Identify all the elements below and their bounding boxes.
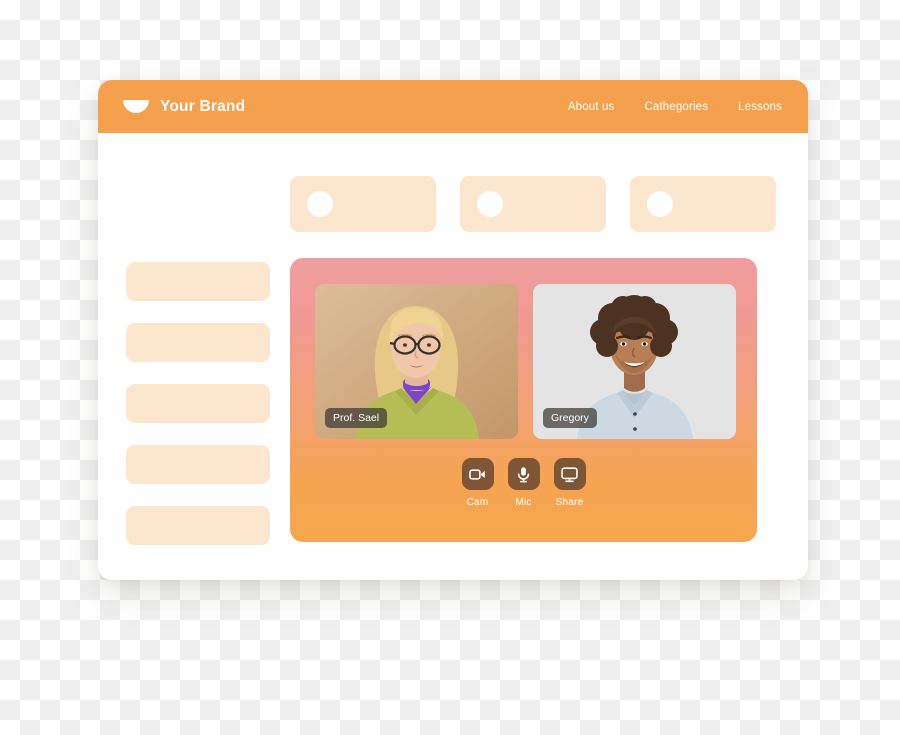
video-camera-icon — [469, 468, 485, 480]
cam-label: Cam — [466, 497, 489, 508]
nav-cathegories[interactable]: Cathegories — [644, 101, 708, 113]
sidebar-placeholder-4[interactable] — [126, 445, 270, 484]
placeholder-avatar-circle — [477, 191, 503, 217]
semicircle-logo-icon — [123, 100, 149, 113]
share-control[interactable]: Share — [553, 458, 586, 508]
nav-lessons[interactable]: Lessons — [738, 101, 782, 113]
cam-control[interactable]: Cam — [461, 458, 494, 508]
nav-about-us[interactable]: About us — [568, 101, 615, 113]
brand-logo-group[interactable]: Your Brand — [123, 98, 245, 116]
mic-control[interactable]: Mic — [507, 458, 540, 508]
browser-window-card: Your Brand About us Cathegories Lessons — [98, 80, 808, 580]
video-tile-prof-sael[interactable]: Prof. Sael — [315, 284, 518, 439]
top-placeholder-cards — [290, 176, 776, 232]
sidebar — [126, 262, 270, 545]
site-header: Your Brand About us Cathegories Lessons — [98, 80, 808, 133]
video-tiles: Prof. Sael Gregory — [315, 284, 736, 439]
sidebar-placeholder-5[interactable] — [126, 506, 270, 545]
placeholder-card-3[interactable] — [630, 176, 776, 232]
placeholder-card-2[interactable] — [460, 176, 606, 232]
placeholder-avatar-circle — [307, 191, 333, 217]
video-call-panel: Prof. Sael Gregory Cam Mic Share — [290, 258, 757, 542]
placeholder-card-1[interactable] — [290, 176, 436, 232]
placeholder-avatar-circle — [647, 191, 673, 217]
cam-button[interactable] — [461, 458, 494, 490]
share-label: Share — [555, 497, 584, 508]
screen-share-icon — [561, 466, 578, 482]
sidebar-placeholder-3[interactable] — [126, 384, 270, 423]
sidebar-placeholder-2[interactable] — [126, 323, 270, 362]
sidebar-placeholder-1[interactable] — [126, 262, 270, 301]
brand-name: Your Brand — [160, 97, 246, 115]
participant-name-badge: Prof. Sael — [325, 408, 388, 428]
mic-button[interactable] — [507, 458, 540, 490]
share-button[interactable] — [553, 458, 586, 490]
video-tile-gregory[interactable]: Gregory — [533, 284, 736, 439]
call-controls: Cam Mic Share — [290, 458, 757, 508]
main-nav: About us Cathegories Lessons — [568, 101, 782, 113]
participant-name-badge: Gregory — [543, 408, 597, 428]
mic-label: Mic — [515, 497, 532, 508]
microphone-icon — [517, 466, 530, 482]
